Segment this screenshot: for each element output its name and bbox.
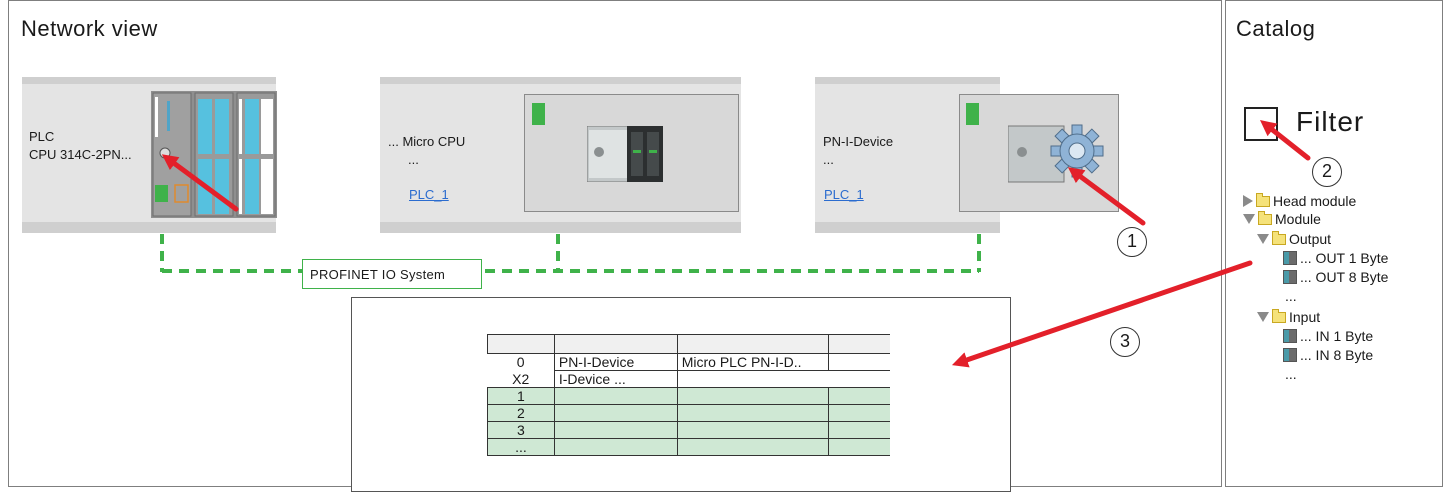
annotation-arrows <box>161 120 1311 368</box>
arrow-to-plc <box>161 154 239 212</box>
arrow-to-table <box>951 260 1253 368</box>
arrow-to-gear <box>1067 167 1146 226</box>
arrow-to-filter <box>1259 120 1311 161</box>
